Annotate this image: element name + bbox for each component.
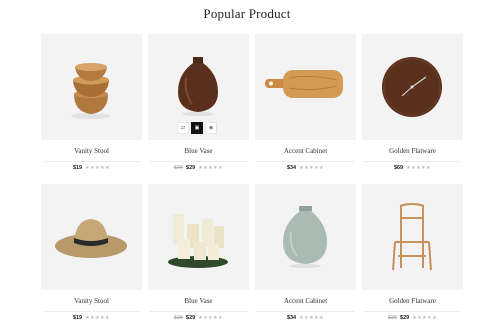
product-image-cutting-board[interactable] (255, 34, 356, 140)
product-image-straw-hat[interactable] (41, 184, 142, 290)
divider (150, 161, 247, 162)
product-name[interactable]: Vanity Stool (41, 297, 142, 305)
product-name[interactable]: Golden Flatware (362, 297, 463, 305)
rating-stars: ★★★★★ (85, 315, 111, 321)
product-name[interactable]: Golden Flatware (362, 147, 463, 155)
divider (364, 161, 461, 162)
product-image-wooden-bowls[interactable] (41, 34, 142, 140)
product-card[interactable]: ⇄ ▣ ◉ Blue Vase $35 $29 ★★★★★ (148, 34, 249, 171)
rating-stars: ★★★★★ (198, 315, 224, 321)
product-image-celadon-vase[interactable] (255, 184, 356, 290)
product-card[interactable]: Golden Flatware $35 $29 ★★★★★ (362, 184, 463, 321)
cart-icon[interactable]: ▣ (191, 122, 203, 134)
product-name[interactable]: Accent Cabinet (255, 297, 356, 305)
product-price: $19 (72, 315, 83, 321)
product-card[interactable]: Golden Flatware $69 ★★★★★ (362, 34, 463, 171)
product-name[interactable]: Blue Vase (148, 147, 249, 155)
product-old-price: $35 (173, 165, 184, 171)
product-old-price: $35 (387, 315, 398, 321)
product-row: Vanity Stool $19 ★★★★★ ⇄ ▣ ◉ Blue Vase $… (41, 34, 463, 171)
product-meta: $69 ★★★★★ (362, 165, 463, 171)
page-title: Popular Product (203, 6, 291, 21)
product-meta: $34 ★★★★★ (255, 315, 356, 321)
product-price: $69 (393, 165, 404, 171)
rating-stars: ★★★★★ (412, 315, 438, 321)
product-image-wall-clock[interactable] (362, 34, 463, 140)
rating-stars: ★★★★★ (85, 165, 111, 171)
rating-stars: ★★★★★ (406, 165, 432, 171)
divider (364, 311, 461, 312)
product-meta: $35 $29 ★★★★★ (148, 315, 249, 321)
product-image-wooden-chair[interactable] (362, 184, 463, 290)
product-card[interactable]: Blue Vase $35 $29 ★★★★★ (148, 184, 249, 321)
product-meta: $35 $29 ★★★★★ (362, 315, 463, 321)
product-card[interactable]: Accent Cabinet $34 ★★★★★ (255, 34, 356, 171)
product-name[interactable]: Blue Vase (148, 297, 249, 305)
product-image-dark-vase[interactable]: ⇄ ▣ ◉ (148, 34, 249, 140)
product-price: $34 (286, 315, 297, 321)
product-price: $29 (186, 315, 196, 321)
product-price: $19 (72, 165, 83, 171)
product-name[interactable]: Accent Cabinet (255, 147, 356, 155)
rating-stars: ★★★★★ (198, 165, 224, 171)
divider (43, 311, 140, 312)
rating-stars: ★★★★★ (299, 315, 325, 321)
product-meta: $19 ★★★★★ (41, 165, 142, 171)
product-meta: $34 ★★★★★ (255, 165, 356, 171)
product-row: Vanity Stool $19 ★★★★★ Blue Vase $35 $29… (41, 184, 463, 321)
compare-icon[interactable]: ⇄ (177, 122, 189, 134)
product-image-candles[interactable] (148, 184, 249, 290)
product-grid: Vanity Stool $19 ★★★★★ ⇄ ▣ ◉ Blue Vase $… (41, 34, 463, 329)
product-old-price: $35 (173, 315, 184, 321)
eye-icon[interactable]: ◉ (205, 122, 217, 134)
product-card[interactable]: Vanity Stool $19 ★★★★★ (41, 34, 142, 171)
product-price: $34 (286, 165, 297, 171)
divider (150, 311, 247, 312)
rating-stars: ★★★★★ (299, 165, 325, 171)
divider (257, 161, 354, 162)
product-name[interactable]: Vanity Stool (41, 147, 142, 155)
product-meta: $19 ★★★★★ (41, 315, 142, 321)
divider (43, 161, 140, 162)
product-card[interactable]: Vanity Stool $19 ★★★★★ (41, 184, 142, 321)
product-meta: $35 $29 ★★★★★ (148, 165, 249, 171)
product-card[interactable]: Accent Cabinet $34 ★★★★★ (255, 184, 356, 321)
product-price: $29 (400, 315, 410, 321)
product-price: $29 (186, 165, 196, 171)
quick-actions: ⇄ ▣ ◉ (177, 122, 217, 134)
divider (257, 311, 354, 312)
